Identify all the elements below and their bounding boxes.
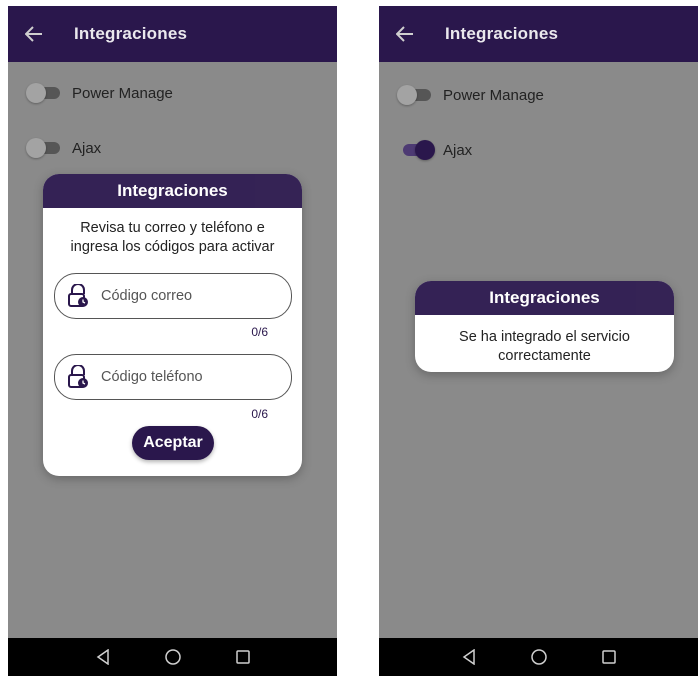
arrow-left-icon[interactable]	[393, 22, 417, 46]
recents-square-icon[interactable]	[599, 647, 619, 667]
dialog-message: Revisa tu correo y teléfono e ingresa lo…	[43, 219, 302, 257]
back-triangle-icon[interactable]	[93, 647, 113, 667]
item-label: Power Manage	[72, 84, 173, 102]
dialog-message-line: ingresa los códigos para activar	[70, 239, 275, 255]
item-label: Ajax	[443, 141, 473, 159]
power-manage-toggle[interactable]	[397, 84, 435, 106]
dialog-message-line: Revisa tu correo y teléfono e	[80, 220, 265, 236]
system-nav-bar	[8, 638, 337, 676]
right-screen: Integraciones Power Manage Ajax Integrac…	[379, 6, 698, 676]
app-bar: Integraciones	[379, 6, 698, 62]
ajax-toggle[interactable]	[26, 137, 64, 159]
arrow-left-icon[interactable]	[22, 22, 46, 46]
integration-item-power-manage: Power Manage	[8, 79, 337, 107]
dialog-title: Integraciones	[43, 174, 302, 208]
home-circle-icon[interactable]	[529, 647, 549, 667]
phone-code-field[interactable]	[54, 354, 292, 400]
dialog-message: Se ha integrado el servicio correctament…	[415, 328, 674, 366]
back-triangle-icon[interactable]	[459, 647, 479, 667]
activation-dialog: Integraciones Revisa tu correo y teléfon…	[43, 174, 302, 476]
dialog-title: Integraciones	[415, 281, 674, 315]
item-label: Power Manage	[443, 86, 544, 104]
dialog-message-line: Se ha integrado el servicio	[459, 329, 630, 345]
success-dialog: Integraciones Se ha integrado el servici…	[415, 281, 674, 372]
email-code-input[interactable]	[99, 287, 273, 305]
page-title: Integraciones	[74, 24, 188, 43]
home-circle-icon[interactable]	[163, 647, 183, 667]
lock-clock-icon	[68, 365, 88, 388]
dialog-message-line: correctamente	[498, 348, 591, 364]
phone-code-counter: 0/6	[251, 407, 268, 421]
email-code-field[interactable]	[54, 273, 292, 319]
app-bar: Integraciones	[8, 6, 337, 62]
integration-item-power-manage: Power Manage	[379, 81, 698, 109]
email-code-counter: 0/6	[251, 325, 268, 339]
power-manage-toggle[interactable]	[26, 82, 64, 104]
integration-item-ajax: Ajax	[379, 136, 698, 164]
phone-code-input[interactable]	[99, 368, 273, 386]
page-title: Integraciones	[445, 24, 559, 43]
accept-button[interactable]: Aceptar	[132, 426, 214, 460]
ajax-toggle[interactable]	[397, 139, 435, 161]
system-nav-bar	[379, 638, 698, 676]
recents-square-icon[interactable]	[233, 647, 253, 667]
lock-clock-icon	[68, 284, 88, 307]
left-screen: Integraciones Power Manage Ajax Integrac…	[8, 6, 337, 676]
item-label: Ajax	[72, 139, 102, 157]
integration-item-ajax: Ajax	[8, 134, 337, 162]
